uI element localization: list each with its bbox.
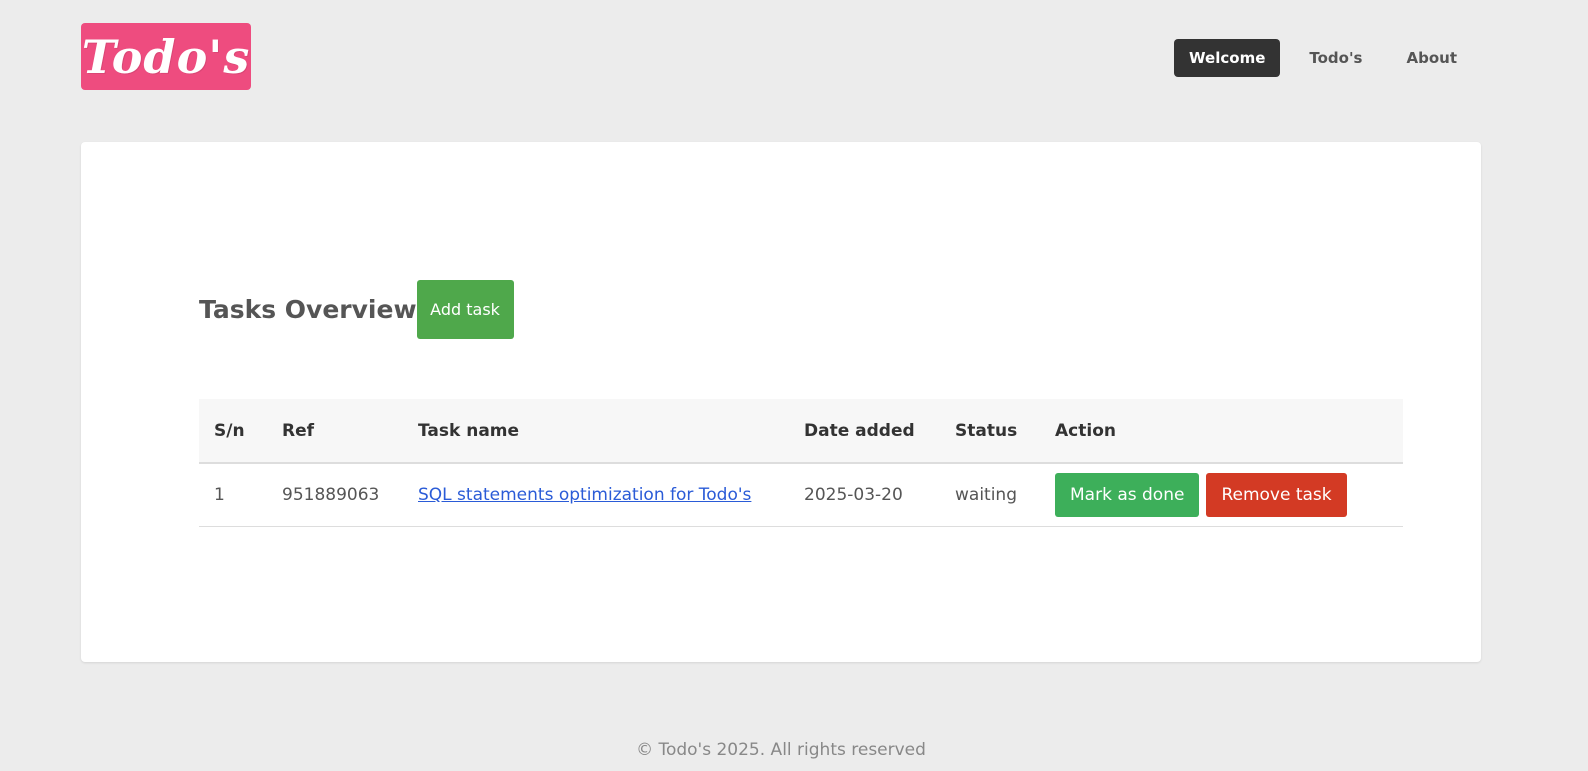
table-header-row: S/n Ref Task name Date added Status Acti…	[199, 399, 1403, 463]
column-header-sn: S/n	[214, 420, 245, 441]
main-nav: Welcome Todo's About	[1160, 39, 1472, 77]
cell-date-added: 2025-03-20	[804, 484, 903, 505]
column-header-action: Action	[1055, 420, 1116, 441]
task-name-link[interactable]: SQL statements optimization for Todo's	[418, 485, 751, 505]
column-header-task-name: Task name	[418, 420, 520, 441]
add-task-button[interactable]: Add task	[416, 280, 514, 339]
cell-status: waiting	[955, 484, 1017, 505]
nav-item-welcome[interactable]: Welcome	[1174, 39, 1281, 77]
cell-task-name: SQL statements optimization for Todo's	[403, 463, 789, 526]
table-row: 1 951889063 SQL statements optimization …	[199, 463, 1403, 526]
column-header-ref: Ref	[282, 420, 315, 441]
cell-ref: 951889063	[282, 484, 380, 505]
column-header-status: Status	[955, 420, 1018, 441]
page-title: Tasks Overview	[199, 295, 417, 324]
nav-item-todos[interactable]: Todo's	[1294, 39, 1377, 77]
cell-action: Mark as done Remove task	[1040, 463, 1403, 526]
nav-item-about[interactable]: About	[1391, 39, 1472, 77]
footer-copyright: © Todo's 2025. All rights reserved	[636, 740, 926, 760]
content-card: Tasks Overview Add task S/n Ref Task nam…	[81, 142, 1481, 662]
logo[interactable]: Todo's	[81, 23, 251, 90]
mark-as-done-button[interactable]: Mark as done	[1055, 472, 1200, 517]
overview-header: Tasks Overview Add task	[199, 280, 514, 339]
column-header-date-added: Date added	[804, 420, 915, 441]
remove-task-button[interactable]: Remove task	[1206, 472, 1347, 517]
tasks-table: S/n Ref Task name Date added Status Acti…	[199, 399, 1403, 527]
logo-text: Todo's	[81, 29, 251, 84]
cell-sn: 1	[214, 484, 225, 505]
